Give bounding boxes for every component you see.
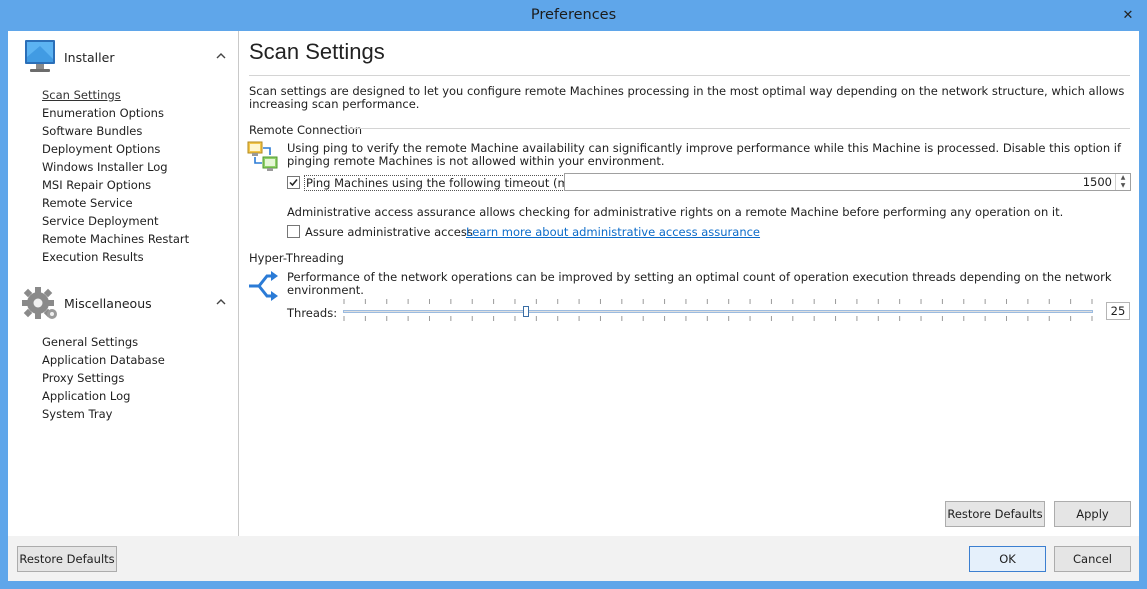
- sidebar-item-remote-service[interactable]: Remote Service: [42, 194, 189, 212]
- sidebar-item-service-deployment[interactable]: Service Deployment: [42, 212, 189, 230]
- page-title: Scan Settings: [249, 39, 385, 64]
- sidebar-item-remote-machines-restart[interactable]: Remote Machines Restart: [42, 230, 189, 248]
- monitor-icon: [25, 40, 55, 72]
- arrow-up-icon[interactable]: ▲: [1116, 174, 1130, 182]
- sidebar-item-windows-installer-log[interactable]: Windows Installer Log: [42, 158, 189, 176]
- close-button[interactable]: ✕: [1109, 0, 1147, 31]
- chevron-up-icon[interactable]: [214, 295, 228, 309]
- checkmark-icon: [289, 179, 298, 187]
- group-header-installer[interactable]: Installer: [20, 37, 230, 77]
- admin-checkbox[interactable]: [287, 225, 300, 238]
- miscellaneous-nav: General Settings Application Database Pr…: [42, 333, 165, 423]
- timeout-stepper[interactable]: 1500 ▲ ▼: [564, 173, 1131, 191]
- sidebar-item-application-database[interactable]: Application Database: [42, 351, 165, 369]
- sidebar-item-general-settings[interactable]: General Settings: [42, 333, 165, 351]
- settings-panel: Scan Settings Scan settings are designed…: [239, 31, 1139, 536]
- stepper-arrows[interactable]: ▲ ▼: [1115, 174, 1130, 190]
- arrow-down-icon[interactable]: ▼: [1116, 182, 1130, 190]
- sidebar-item-software-bundles[interactable]: Software Bundles: [42, 122, 189, 140]
- threads-value: 25: [1106, 302, 1130, 320]
- branch-arrows-icon: [249, 271, 278, 301]
- sidebar: Installer Scan Settings Enumeration Opti…: [8, 31, 239, 536]
- threads-slider-track[interactable]: [343, 310, 1093, 313]
- apply-button[interactable]: Apply: [1054, 501, 1131, 527]
- sidebar-item-msi-repair-options[interactable]: MSI Repair Options: [42, 176, 189, 194]
- panel-restore-defaults-button[interactable]: Restore Defaults: [945, 501, 1045, 527]
- threads-description: Performance of the network operations ca…: [287, 270, 1112, 297]
- ping-description: Using ping to verify the remote Machine …: [287, 141, 1122, 168]
- client-area: Installer Scan Settings Enumeration Opti…: [8, 31, 1139, 581]
- slider-ticks-top: [343, 299, 1093, 304]
- group-title-miscellaneous: Miscellaneous: [64, 296, 152, 311]
- threads-slider-thumb[interactable]: [523, 306, 529, 317]
- sidebar-item-deployment-options[interactable]: Deployment Options: [42, 140, 189, 158]
- network-computers-icon: [247, 141, 278, 171]
- title-divider: [249, 75, 1130, 76]
- sidebar-item-enumeration-options[interactable]: Enumeration Options: [42, 104, 189, 122]
- preferences-window: Preferences ✕ Installer Scan Settings En…: [0, 0, 1147, 589]
- sidebar-item-application-log[interactable]: Application Log: [42, 387, 165, 405]
- gear-icon: [22, 287, 57, 319]
- cancel-button[interactable]: Cancel: [1054, 546, 1131, 572]
- slider-ticks-bottom: [343, 316, 1093, 321]
- section-divider: [347, 128, 1130, 129]
- dialog-footer: Restore Defaults OK Cancel: [8, 536, 1139, 581]
- section-header-hyper-threading: Hyper-Threading: [249, 251, 344, 265]
- sidebar-item-system-tray[interactable]: System Tray: [42, 405, 165, 423]
- page-description: Scan settings are designed to let you co…: [249, 84, 1125, 111]
- sidebar-item-execution-results[interactable]: Execution Results: [42, 248, 189, 266]
- timeout-value[interactable]: 1500: [1083, 175, 1112, 189]
- ok-button[interactable]: OK: [969, 546, 1046, 572]
- group-header-miscellaneous[interactable]: Miscellaneous: [20, 283, 230, 323]
- sidebar-item-proxy-settings[interactable]: Proxy Settings: [42, 369, 165, 387]
- ping-checkbox[interactable]: [287, 176, 300, 189]
- window-title: Preferences: [530, 7, 617, 23]
- ping-checkbox-label[interactable]: Ping Machines using the following timeou…: [304, 175, 589, 191]
- threads-label: Threads:: [287, 306, 338, 320]
- admin-description: Administrative access assurance allows c…: [287, 205, 1064, 219]
- chevron-up-icon[interactable]: [214, 49, 228, 63]
- installer-nav: Scan Settings Enumeration Options Softwa…: [42, 86, 189, 266]
- section-header-remote-connection: Remote Connection: [249, 123, 363, 137]
- sidebar-item-scan-settings[interactable]: Scan Settings: [42, 86, 189, 104]
- footer-restore-defaults-button[interactable]: Restore Defaults: [17, 546, 117, 572]
- admin-learn-more-link[interactable]: Learn more about administrative access a…: [466, 225, 760, 239]
- admin-checkbox-label[interactable]: Assure administrative access: [305, 225, 473, 239]
- group-title-installer: Installer: [64, 50, 115, 65]
